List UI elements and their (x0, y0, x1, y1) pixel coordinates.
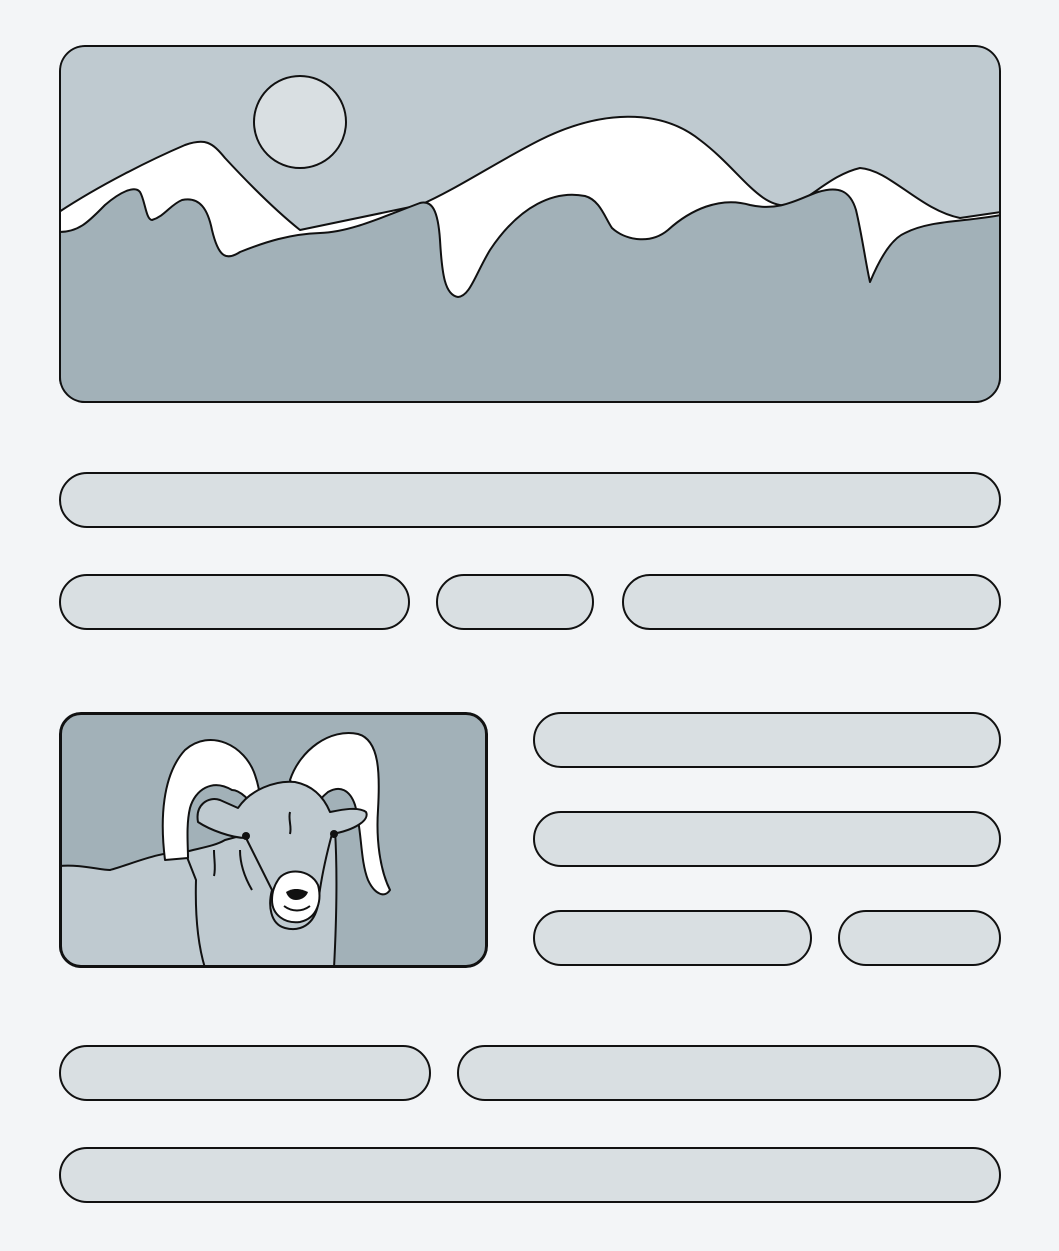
text-placeholder-footer-line-1b (457, 1045, 1001, 1101)
text-placeholder-side-line-3a (533, 910, 812, 966)
hero-image (59, 45, 1001, 403)
text-placeholder-side-line-2 (533, 811, 1001, 867)
text-placeholder-caption-line-1 (59, 472, 1001, 528)
text-placeholder-caption-line-2b (436, 574, 594, 630)
text-placeholder-caption-line-2c (622, 574, 1001, 630)
text-placeholder-side-line-3b (838, 910, 1001, 966)
wireframe-page (0, 0, 1059, 1251)
text-placeholder-side-line-1 (533, 712, 1001, 768)
text-placeholder-caption-line-2a (59, 574, 410, 630)
text-placeholder-footer-line-1a (59, 1045, 431, 1101)
thumbnail-image (59, 712, 488, 968)
text-placeholder-footer-line-2 (59, 1147, 1001, 1203)
